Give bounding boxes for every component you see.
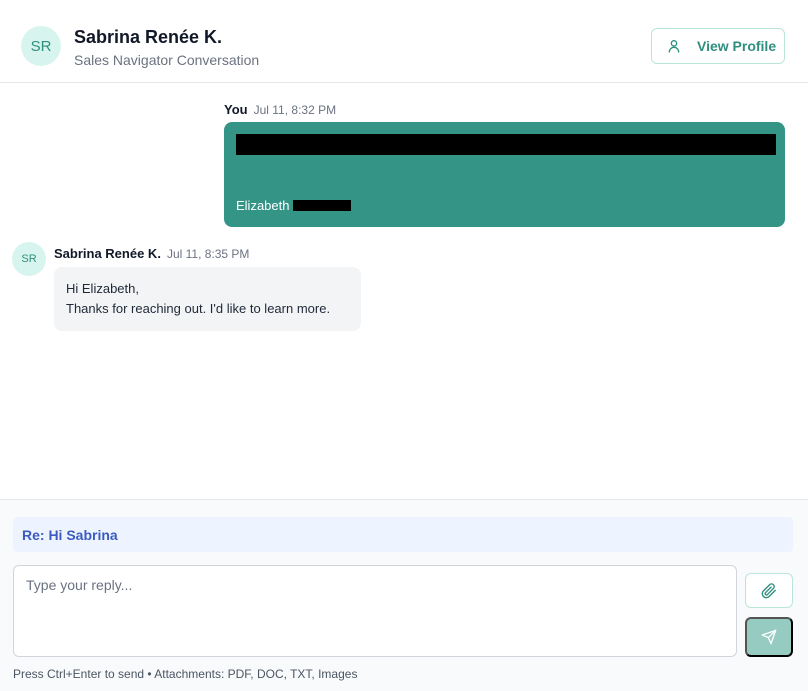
- message-signature: Elizabeth: [236, 198, 352, 213]
- message-bubble-received: Hi Elizabeth, Thanks for reaching out. I…: [54, 267, 361, 331]
- contact-avatar: SR: [21, 26, 61, 66]
- view-profile-label: View Profile: [697, 38, 777, 54]
- conversation-subtitle: Sales Navigator Conversation: [74, 52, 260, 68]
- redacted-text: [236, 134, 776, 155]
- message-timestamp: Jul 11, 8:35 PM: [166, 247, 250, 261]
- reply-input[interactable]: [13, 565, 737, 657]
- message-meta-you: You Jul 11, 8:32 PM: [224, 102, 336, 117]
- send-icon: [761, 629, 777, 645]
- contact-name: Sabrina Renée K.: [74, 27, 223, 47]
- message-bubble-sent: Elizabeth: [224, 122, 785, 227]
- message-sender: Sabrina Renée K.: [54, 246, 161, 261]
- redacted-surname: [293, 200, 352, 211]
- message-meta-received: Sabrina Renée K. Jul 11, 8:35 PM: [54, 246, 249, 261]
- message-timestamp: Jul 11, 8:32 PM: [253, 103, 337, 117]
- view-profile-button[interactable]: View Profile: [651, 28, 785, 64]
- sender-avatar: SR: [12, 242, 46, 276]
- send-hint: Press Ctrl+Enter to send • Attachments: …: [13, 667, 358, 681]
- message-line: Hi Elizabeth,: [66, 281, 139, 296]
- user-icon: [668, 40, 680, 53]
- signature-name: Elizabeth: [236, 198, 290, 213]
- attach-button[interactable]: [745, 573, 793, 608]
- message-sender: You: [224, 102, 248, 117]
- paperclip-icon: [761, 582, 776, 598]
- send-button[interactable]: [745, 617, 793, 657]
- reply-composer: Re: Hi Sabrina Press Ctrl+Enter to send …: [0, 499, 808, 691]
- conversation-header: SR Sabrina Renée K. Sales Navigator Conv…: [0, 0, 808, 83]
- reply-subject: Re: Hi Sabrina: [13, 517, 793, 552]
- message-line: Thanks for reaching out. I'd like to lea…: [66, 301, 331, 316]
- message-thread[interactable]: You Jul 11, 8:32 PM Elizabeth SR Sabrina …: [0, 83, 808, 499]
